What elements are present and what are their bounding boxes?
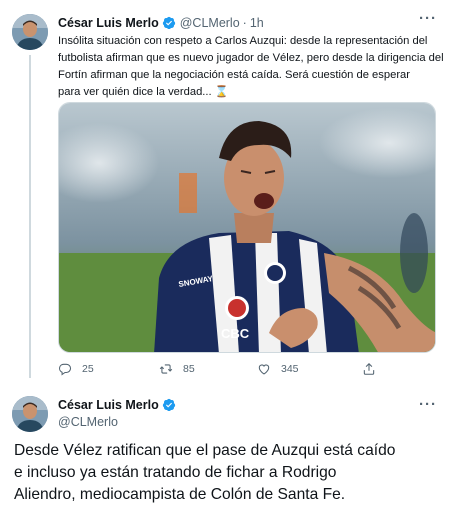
verified-badge-icon [162, 16, 175, 29]
author-handle[interactable]: @CLMerlo [58, 415, 118, 429]
thread-line [29, 55, 31, 378]
tweet-text: Insólita situación con respeto a Carlos … [58, 33, 444, 101]
tweet-text-line: Desde Vélez ratifican que el pase de Auz… [14, 442, 396, 459]
tweet-text-line: futbolista afirman que es nuevo jugador … [58, 52, 444, 64]
tweet-1[interactable]: César Luis Merlo @CLMerlo · 1h ··· Insól… [0, 0, 451, 390]
tweet-text-line: Aliendro, mediocampista de Colón de Sant… [14, 486, 346, 503]
retweet-count: 85 [183, 363, 195, 375]
verified-badge-icon [162, 398, 175, 412]
share-icon [363, 363, 375, 375]
jersey-sponsor: CBC [221, 326, 250, 341]
more-options-icon[interactable]: ··· [419, 396, 437, 413]
reply-count: 25 [82, 363, 94, 375]
author-name[interactable]: César Luis Merlo [58, 16, 159, 30]
reply-icon [58, 363, 72, 376]
separator: · [242, 15, 247, 30]
tweet-photo[interactable]: CBC SNOWAY [58, 102, 436, 353]
tweet-header: César Luis Merlo @CLMerlo · 1h [58, 14, 264, 31]
tweet-2[interactable]: César Luis Merlo @CLMerlo ··· Desde Véle… [0, 390, 451, 520]
timestamp[interactable]: 1h [250, 16, 264, 30]
avatar[interactable] [12, 14, 48, 50]
retweet-button[interactable]: 85 [159, 362, 195, 376]
tweet-text-line: e incluso ya están tratando de fichar a … [14, 464, 337, 481]
avatar[interactable] [12, 396, 48, 432]
like-button[interactable]: 345 [257, 362, 299, 376]
reply-button[interactable]: 25 [58, 362, 94, 376]
retweet-icon [159, 364, 173, 374]
like-count: 345 [281, 363, 299, 375]
share-button[interactable] [362, 362, 376, 376]
tweet-actions: 25 85 345 [58, 362, 388, 378]
tweet-text-line: Insólita situación con respeto a Carlos … [58, 35, 428, 47]
author-handle[interactable]: @CLMerlo [180, 16, 240, 30]
author-name[interactable]: César Luis Merlo [58, 398, 159, 412]
like-icon [258, 364, 270, 375]
tweet-text: Desde Vélez ratifican que el pase de Auz… [14, 440, 444, 506]
tweet-header: César Luis Merlo [58, 398, 180, 412]
more-options-icon[interactable]: ··· [419, 10, 437, 27]
tweet-text-line: para ver quién dice la verdad... ⌛ [58, 86, 229, 98]
tweet-text-line: Fortín afirman que la negociación está c… [58, 69, 410, 81]
